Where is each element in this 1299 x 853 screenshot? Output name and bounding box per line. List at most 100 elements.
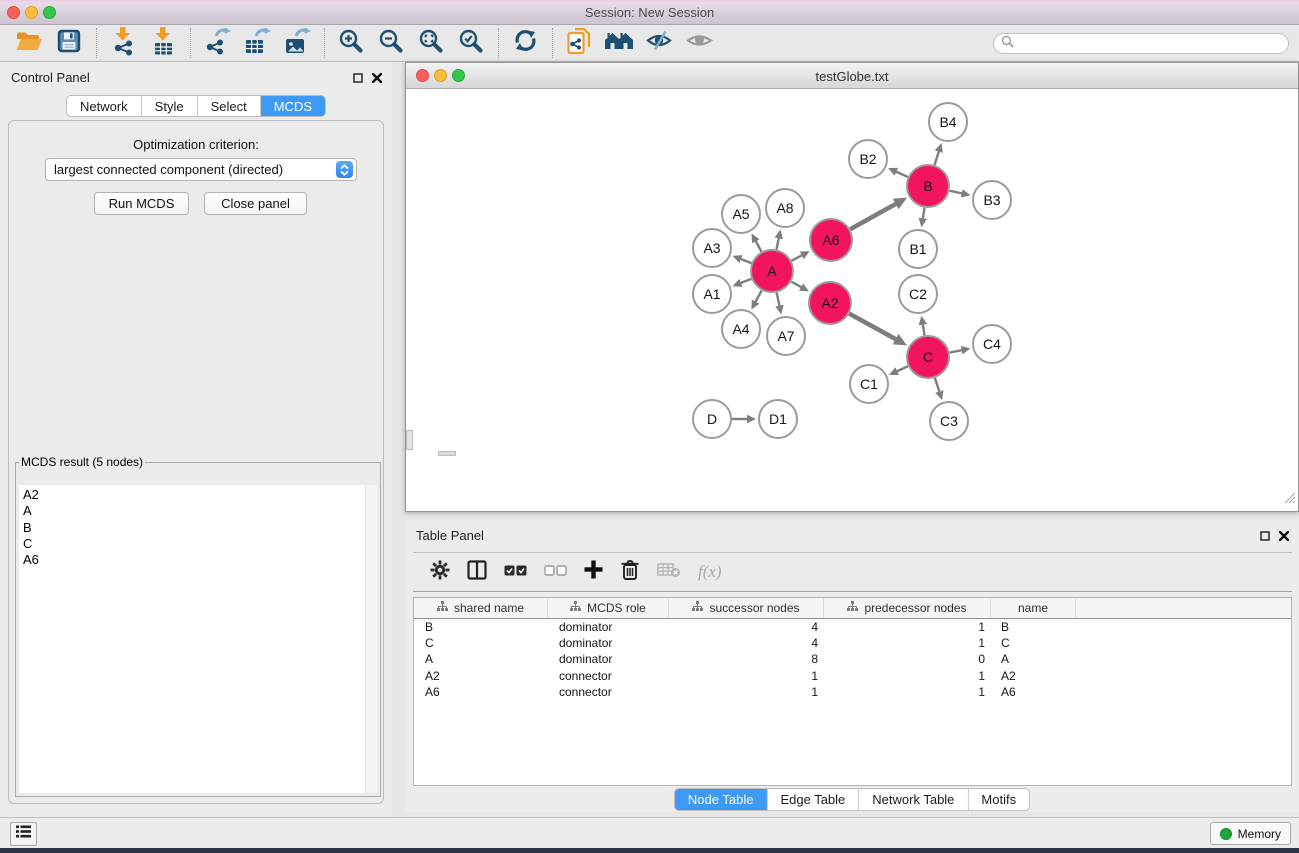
memory-button[interactable]: Memory xyxy=(1210,822,1291,845)
horizontal-splitter-handle[interactable] xyxy=(438,451,456,456)
graph-edge-A-A6[interactable] xyxy=(791,255,801,260)
show-column-button[interactable] xyxy=(467,560,487,585)
graph-edge-C-C2[interactable] xyxy=(923,325,925,336)
graph-node-C[interactable]: C xyxy=(907,336,949,378)
open-session-button[interactable] xyxy=(12,27,46,59)
tab-mcds[interactable]: MCDS xyxy=(260,96,325,116)
graph-edge-A-A3[interactable] xyxy=(741,259,752,263)
clone-network-button[interactable] xyxy=(562,27,596,59)
graph-node-B4[interactable]: B4 xyxy=(929,103,967,141)
export-image-button[interactable] xyxy=(280,27,314,59)
tab-network[interactable]: Network xyxy=(67,96,141,116)
import-table-button[interactable] xyxy=(146,27,180,59)
resize-grip-icon[interactable] xyxy=(1282,490,1296,509)
column-header-name[interactable]: name xyxy=(991,598,1076,618)
graph-node-B1[interactable]: B1 xyxy=(899,230,937,268)
graph-node-A2[interactable]: A2 xyxy=(809,282,851,324)
graph-node-C4[interactable]: C4 xyxy=(973,325,1011,363)
show-hide-button[interactable] xyxy=(682,27,716,59)
export-network-button[interactable] xyxy=(200,27,234,59)
graph-node-A3[interactable]: A3 xyxy=(693,229,731,267)
graph-edge-B-B1[interactable] xyxy=(923,208,925,219)
graph-node-A[interactable]: A xyxy=(751,250,793,292)
graph-edge-A2-C[interactable] xyxy=(849,314,895,340)
task-history-button[interactable] xyxy=(10,822,37,846)
tab-node-table[interactable]: Node Table xyxy=(675,789,767,810)
graph-node-B3[interactable]: B3 xyxy=(973,181,1011,219)
search-input[interactable] xyxy=(1019,37,1288,51)
import-network-button[interactable] xyxy=(106,27,140,59)
graph-edge-A-A1[interactable] xyxy=(741,279,752,283)
tab-select[interactable]: Select xyxy=(197,96,260,116)
graph-node-A5[interactable]: A5 xyxy=(722,195,760,233)
close-panel-icon[interactable] xyxy=(372,70,382,88)
graph-node-C3[interactable]: C3 xyxy=(930,402,968,440)
result-scrollbar[interactable] xyxy=(365,485,377,793)
home-layout-button[interactable] xyxy=(602,27,636,59)
close-panel-icon[interactable] xyxy=(1279,528,1289,546)
graph-node-C2[interactable]: C2 xyxy=(899,275,937,313)
splitter-handle[interactable] xyxy=(406,430,413,450)
graph-edge-A6-B[interactable] xyxy=(850,204,895,229)
column-header-predecessor-nodes[interactable]: predecessor nodes xyxy=(824,598,991,618)
list-item[interactable]: A6 xyxy=(19,552,377,568)
create-column-button[interactable] xyxy=(584,560,603,584)
graph-edge-C-C4[interactable] xyxy=(950,350,962,352)
column-header-successor-nodes[interactable]: successor nodes xyxy=(669,598,824,618)
table-row[interactable]: Adominator80A xyxy=(414,651,1291,667)
graph-node-B[interactable]: B xyxy=(907,165,949,207)
zoom-out-button[interactable] xyxy=(374,27,408,59)
graph-node-A6[interactable]: A6 xyxy=(810,219,852,261)
select-all-button[interactable] xyxy=(504,563,527,581)
graph-edge-A-A4[interactable] xyxy=(756,290,762,301)
delete-column-button[interactable] xyxy=(620,559,640,586)
save-session-button[interactable] xyxy=(52,27,86,59)
graph-edge-A-A2[interactable] xyxy=(791,282,801,287)
zoom-in-button[interactable] xyxy=(334,27,368,59)
table-row[interactable]: Bdominator41B xyxy=(414,619,1291,635)
column-header-shared-name[interactable]: shared name xyxy=(414,598,548,618)
graph-node-A8[interactable]: A8 xyxy=(766,189,804,227)
graph-node-A7[interactable]: A7 xyxy=(767,317,805,355)
float-panel-icon[interactable] xyxy=(353,70,363,88)
list-item[interactable]: A2 xyxy=(19,487,377,503)
graph-edge-A-A7[interactable] xyxy=(777,293,780,306)
graph-node-A1[interactable]: A1 xyxy=(693,275,731,313)
column-header-mcds-role[interactable]: MCDS role xyxy=(548,598,669,618)
graph-edge-C-C3[interactable] xyxy=(935,378,939,392)
tab-motifs[interactable]: Motifs xyxy=(967,789,1029,810)
search-field[interactable] xyxy=(993,33,1289,54)
network-canvas[interactable]: B4B2BB3A8A5A6B1A3AC2A1A2A4A7C4CC1C3DD1 xyxy=(407,90,1297,510)
network-window-titlebar[interactable]: testGlobe.txt xyxy=(406,63,1298,89)
graph-node-D1[interactable]: D1 xyxy=(759,400,797,438)
graph-node-B2[interactable]: B2 xyxy=(849,140,887,178)
zoom-fit-button[interactable] xyxy=(414,27,448,59)
close-panel-button[interactable]: Close panel xyxy=(204,192,307,215)
graph-edge-B-B4[interactable] xyxy=(935,152,939,165)
table-row[interactable]: A6connector11A6 xyxy=(414,684,1291,700)
graph-edge-A-A8[interactable] xyxy=(776,238,778,249)
table-row[interactable]: Cdominator41C xyxy=(414,635,1291,651)
list-item[interactable]: C xyxy=(19,536,377,552)
graph-edge-A-A5[interactable] xyxy=(756,241,762,251)
tab-network-table[interactable]: Network Table xyxy=(858,789,967,810)
export-table-button[interactable] xyxy=(240,27,274,59)
zoom-selected-button[interactable] xyxy=(454,27,488,59)
list-item[interactable]: A xyxy=(19,503,377,519)
refresh-view-button[interactable] xyxy=(508,27,542,59)
graph-edge-B-B3[interactable] xyxy=(949,191,961,194)
graph-node-D[interactable]: D xyxy=(693,400,731,438)
float-panel-icon[interactable] xyxy=(1260,528,1270,546)
unselect-all-button[interactable] xyxy=(544,563,567,581)
delete-table-button[interactable] xyxy=(657,562,681,583)
tab-style[interactable]: Style xyxy=(141,96,197,116)
graph-node-C1[interactable]: C1 xyxy=(850,365,888,403)
function-builder-button[interactable]: f(x) xyxy=(698,562,722,582)
criterion-select[interactable]: largest connected component (directed) xyxy=(45,158,357,181)
graph-edge-B-B2[interactable] xyxy=(896,172,908,177)
run-mcds-button[interactable]: Run MCDS xyxy=(94,192,189,215)
table-settings-button[interactable] xyxy=(430,560,450,585)
toggle-graphics-details-button[interactable] xyxy=(642,27,676,59)
tab-edge-table[interactable]: Edge Table xyxy=(766,789,858,810)
table-row[interactable]: A2connector11A2 xyxy=(414,668,1291,684)
